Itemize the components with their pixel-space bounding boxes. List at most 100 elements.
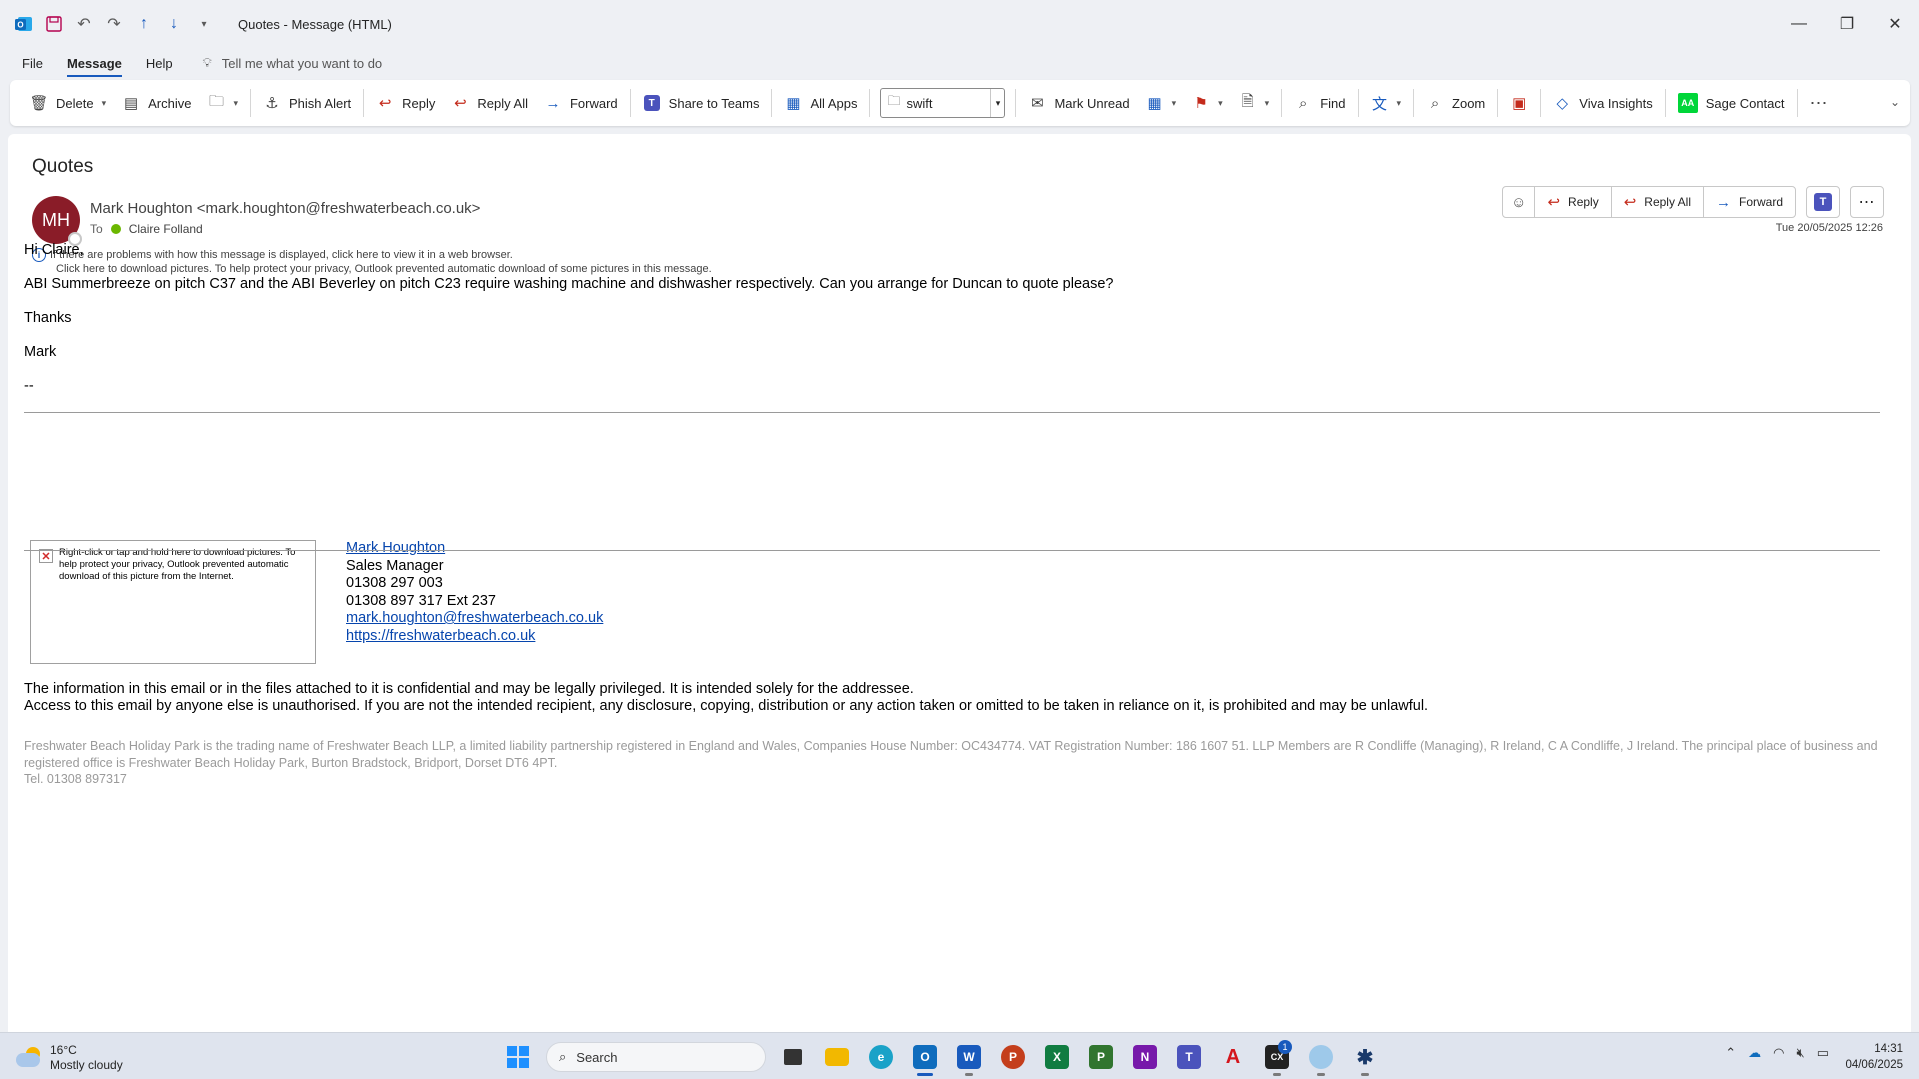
- reply-all-button[interactable]: ↩ Reply All: [443, 86, 536, 120]
- restore-button[interactable]: ❐: [1823, 0, 1871, 48]
- search-icon: ⌕: [1299, 94, 1308, 112]
- clock-date: 04/06/2025: [1845, 1059, 1903, 1071]
- message-forward-button[interactable]: → Forward: [1702, 187, 1795, 217]
- more-icon: ⋯: [1809, 92, 1828, 113]
- disclaimer-line: Access to this email by anyone else is u…: [24, 698, 1429, 714]
- ribbon-toolbar: 🗑︎ Delete ▾ ▤ Archive 🗀 ▾ ⚓︎ Phish Alert…: [10, 80, 1910, 126]
- menu-help[interactable]: Help: [146, 52, 173, 75]
- tell-me-search[interactable]: 💡︎ Tell me what you want to do: [203, 55, 383, 71]
- excel-button[interactable]: X: [1040, 1040, 1074, 1074]
- share-to-teams-button[interactable]: T Share to Teams: [635, 86, 768, 120]
- confidentiality-notice: The information in this email or in the …: [24, 681, 1428, 715]
- expand-ribbon-button[interactable]: ⌄: [1886, 90, 1904, 114]
- quick-step-value: swift: [906, 95, 933, 111]
- powerpoint-button[interactable]: P: [996, 1040, 1030, 1074]
- chevron-down-icon[interactable]: ▾: [102, 98, 107, 109]
- info-bar[interactable]: i If there are problems with how this me…: [32, 248, 712, 276]
- recipient-name[interactable]: Claire Folland: [129, 222, 203, 236]
- sage-icon: AA: [1677, 93, 1698, 113]
- signature-website-link[interactable]: https://freshwaterbeach.co.uk: [346, 628, 535, 644]
- archive-button[interactable]: ▤ Archive: [114, 86, 199, 120]
- disclaimer-line: The information in this email or in the …: [24, 681, 914, 697]
- menu-message[interactable]: Message: [66, 52, 122, 77]
- categorize-icon: ▦: [1147, 95, 1162, 112]
- teams-taskbar-button[interactable]: T: [1172, 1040, 1206, 1074]
- save-icon[interactable]: [44, 14, 64, 34]
- project-button[interactable]: P: [1084, 1040, 1118, 1074]
- follow-up-button[interactable]: ⚑ ▾: [1184, 86, 1231, 120]
- forward-button[interactable]: → Forward: [536, 86, 626, 120]
- reading-pane: Quotes MH Mark Houghton <mark.houghton@f…: [8, 134, 1911, 1032]
- clock[interactable]: 14:31 04/06/2025: [1845, 1041, 1903, 1073]
- all-apps-button[interactable]: ▦ All Apps: [776, 86, 865, 120]
- weather-widget[interactable]: 16°C Mostly cloudy: [16, 1043, 123, 1073]
- remote-app-button[interactable]: ✱: [1348, 1040, 1382, 1076]
- next-item-icon[interactable]: ↓: [164, 14, 184, 34]
- viva-insights-button[interactable]: ◇ Viva Insights: [1545, 86, 1660, 120]
- teams-chat-button[interactable]: T: [1806, 186, 1840, 218]
- move-button[interactable]: 🗀 ▾: [199, 86, 246, 120]
- taskbar-search[interactable]: ⌕ Search: [546, 1042, 766, 1072]
- file-explorer-button[interactable]: [820, 1040, 854, 1074]
- chevron-down-icon[interactable]: ▾: [990, 89, 1004, 117]
- close-button[interactable]: ✕: [1871, 0, 1919, 48]
- sage-contact-button[interactable]: AA Sage Contact: [1670, 86, 1793, 120]
- info-line-pictures[interactable]: Click here to download pictures. To help…: [56, 262, 712, 276]
- more-actions-button[interactable]: ⋯: [1850, 186, 1884, 218]
- menu-file[interactable]: File: [22, 52, 43, 75]
- quick-steps-combo[interactable]: 🗀 swift ▾: [880, 88, 1006, 118]
- body-thanks: Thanks: [24, 310, 72, 326]
- calendar-icon: ▣: [1512, 95, 1527, 112]
- sender-address[interactable]: Mark Houghton <mark.houghton@freshwaterb…: [90, 200, 480, 217]
- previous-item-icon[interactable]: ↑: [134, 14, 154, 34]
- reply-button[interactable]: ↩ Reply: [368, 86, 443, 120]
- undo-icon[interactable]: ↶: [74, 14, 94, 34]
- phish-alert-button[interactable]: ⚓︎ Phish Alert: [255, 86, 359, 120]
- onedrive-icon[interactable]: ☁: [1748, 1045, 1761, 1061]
- signature-email-link[interactable]: mark.houghton@freshwaterbeach.co.uk: [346, 610, 603, 626]
- flag-icon: ⚑: [1194, 95, 1208, 112]
- message-reply-button[interactable]: ↩ Reply: [1534, 187, 1610, 217]
- tell-me-text: Tell me what you want to do: [221, 55, 383, 71]
- battery-icon[interactable]: ▭: [1817, 1045, 1829, 1061]
- ribbon-separator: [1281, 89, 1283, 117]
- translate-button[interactable]: 文 ▾: [1363, 86, 1410, 120]
- mark-unread-button[interactable]: ✉ Mark Unread: [1020, 86, 1137, 120]
- customize-quick-access-icon[interactable]: ▾: [194, 14, 214, 34]
- signature-phone-ext: 01308 897 317 Ext 237: [346, 592, 496, 609]
- app-button[interactable]: [1304, 1040, 1338, 1076]
- chevron-down-icon: ▾: [1264, 97, 1270, 108]
- minimize-button[interactable]: —: [1775, 0, 1823, 48]
- ribbon-separator: [363, 89, 365, 117]
- ribbon-separator: [629, 89, 631, 117]
- volume-muted-icon[interactable]: 🔇︎: [1797, 1045, 1805, 1061]
- edge-button[interactable]: e: [864, 1040, 898, 1074]
- signature-image-placeholder[interactable]: ✕ Right-click or tap and hold here to do…: [30, 540, 316, 664]
- chevron-up-icon[interactable]: ⌃: [1725, 1045, 1736, 1061]
- message-reply-all-button[interactable]: ↩ Reply All: [1610, 187, 1703, 217]
- signature-name-link[interactable]: Mark Houghton: [346, 540, 445, 556]
- calendar-addin-button[interactable]: ▣: [1502, 86, 1536, 120]
- zoom-button[interactable]: ⌕ Zoom: [1418, 86, 1493, 120]
- find-button[interactable]: ⌕ Find: [1286, 86, 1353, 120]
- outlook-taskbar-button[interactable]: O: [908, 1040, 942, 1076]
- redo-icon[interactable]: ↷: [104, 14, 124, 34]
- more-commands-button[interactable]: ⋯: [1802, 86, 1836, 120]
- task-view-button[interactable]: [776, 1040, 810, 1074]
- word-button[interactable]: W: [952, 1040, 986, 1076]
- onenote-button[interactable]: N: [1128, 1040, 1162, 1074]
- body-greeting: Hi Claire,: [24, 242, 84, 258]
- wifi-icon[interactable]: ◠: [1773, 1045, 1784, 1061]
- body-paragraph: ABI Summerbreeze on pitch C37 and the AB…: [24, 276, 1114, 292]
- chevron-down-icon: ▾: [1218, 97, 1223, 108]
- terminal-button[interactable]: CX 1: [1260, 1040, 1294, 1076]
- categorize-button[interactable]: ▦ ▾: [1138, 86, 1185, 120]
- start-button[interactable]: [500, 1039, 536, 1075]
- share-to-teams-label: Share to Teams: [668, 95, 760, 111]
- acrobat-icon: A: [1225, 1045, 1241, 1068]
- delete-button[interactable]: 🗑︎ Delete ▾: [22, 86, 114, 120]
- acrobat-button[interactable]: A: [1216, 1040, 1250, 1074]
- info-line-browser[interactable]: If there are problems with how this mess…: [50, 248, 513, 262]
- policy-button[interactable]: 🗎 ▾: [1231, 86, 1278, 120]
- react-button[interactable]: ☺: [1503, 187, 1534, 217]
